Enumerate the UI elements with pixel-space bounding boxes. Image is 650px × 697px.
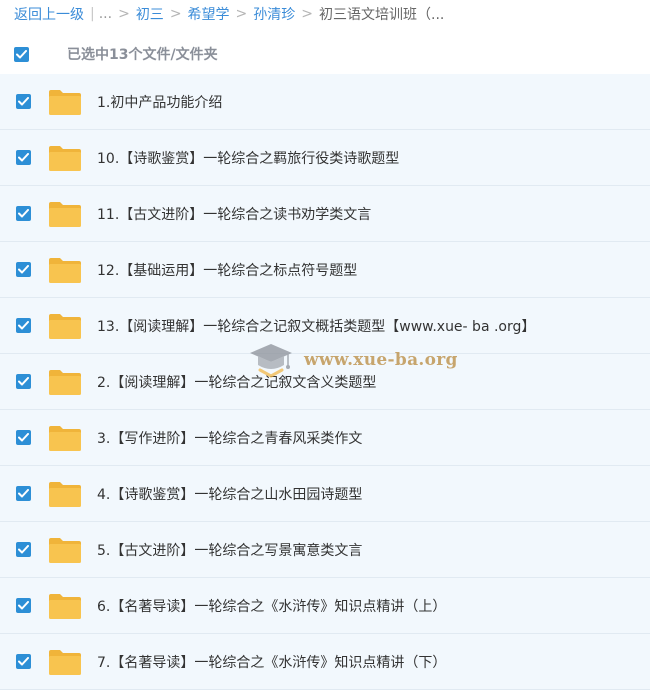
file-checkbox[interactable] bbox=[16, 374, 31, 389]
folder-icon bbox=[48, 592, 82, 620]
file-row[interactable]: 6.【名著导读】一轮综合之《水浒传》知识点精讲（上） bbox=[0, 578, 650, 634]
file-checkbox[interactable] bbox=[16, 430, 31, 445]
breadcrumb-item-school[interactable]: 希望学 bbox=[188, 4, 230, 24]
file-name: 10.【诗歌鉴赏】一轮综合之羁旅行役类诗歌题型 bbox=[97, 150, 400, 167]
file-checkbox[interactable] bbox=[16, 262, 31, 277]
breadcrumb-item-teacher[interactable]: 孙清珍 bbox=[253, 4, 295, 24]
folder-icon bbox=[48, 536, 82, 564]
folder-icon bbox=[48, 144, 82, 172]
file-checkbox[interactable] bbox=[16, 206, 31, 221]
chevron-right-icon: > bbox=[118, 6, 130, 22]
folder-icon bbox=[48, 480, 82, 508]
selection-count: 已选中13个文件/文件夹 bbox=[67, 47, 218, 63]
file-row[interactable]: 10.【诗歌鉴赏】一轮综合之羁旅行役类诗歌题型 bbox=[0, 130, 650, 186]
file-name: 1.初中产品功能介绍 bbox=[97, 94, 223, 111]
file-checkbox[interactable] bbox=[16, 150, 31, 165]
chevron-right-icon: > bbox=[301, 6, 314, 22]
file-checkbox[interactable] bbox=[16, 486, 31, 501]
file-checkbox[interactable] bbox=[16, 598, 31, 613]
folder-icon bbox=[48, 256, 82, 284]
checkmark-icon bbox=[18, 153, 29, 162]
checkmark-icon bbox=[16, 49, 27, 58]
breadcrumb: 返回上一级 | ... > 初三 > 希望学 > 孙清珍 > 初三语文培训班（.… bbox=[0, 0, 650, 28]
file-checkbox[interactable] bbox=[16, 542, 31, 557]
back-link[interactable]: 返回上一级 bbox=[14, 4, 84, 24]
checkmark-icon bbox=[18, 545, 29, 554]
file-checkbox[interactable] bbox=[16, 94, 31, 109]
folder-icon bbox=[48, 88, 82, 116]
file-list: 1.初中产品功能介绍 10.【诗歌鉴赏】一轮综合之羁旅行役类诗歌题型 11.【古… bbox=[0, 74, 650, 690]
file-name: 5.【古文进阶】一轮综合之写景寓意类文言 bbox=[97, 542, 363, 559]
file-checkbox[interactable] bbox=[16, 654, 31, 669]
file-name: 7.【名著导读】一轮综合之《水浒传》知识点精讲（下） bbox=[97, 654, 447, 671]
select-all-checkbox[interactable] bbox=[14, 46, 29, 62]
breadcrumb-ellipsis[interactable]: ... bbox=[99, 6, 112, 22]
file-row[interactable]: 11.【古文进阶】一轮综合之读书劝学类文言 bbox=[0, 186, 650, 242]
checkmark-icon bbox=[18, 433, 29, 442]
chevron-right-icon: > bbox=[235, 6, 248, 22]
file-name: 13.【阅读理解】一轮综合之记叙文概括类题型【www.xue- ba .org】 bbox=[97, 318, 536, 335]
selection-bar: 已选中13个文件/文件夹 bbox=[0, 36, 650, 72]
file-name: 3.【写作进阶】一轮综合之青春风采类作文 bbox=[97, 430, 363, 447]
folder-icon bbox=[48, 312, 82, 340]
checkmark-icon bbox=[18, 265, 29, 274]
folder-icon bbox=[48, 648, 82, 676]
file-name: 11.【古文进阶】一轮综合之读书劝学类文言 bbox=[97, 206, 372, 223]
checkmark-icon bbox=[18, 209, 29, 218]
checkmark-icon bbox=[18, 489, 29, 498]
breadcrumb-current: 初三语文培训班（... bbox=[319, 7, 445, 23]
checkmark-icon bbox=[18, 321, 29, 330]
file-row[interactable]: 4.【诗歌鉴赏】一轮综合之山水田园诗题型 bbox=[0, 466, 650, 522]
file-name: 12.【基础运用】一轮综合之标点符号题型 bbox=[97, 262, 358, 279]
checkmark-icon bbox=[18, 601, 29, 610]
checkmark-icon bbox=[18, 657, 29, 666]
file-row[interactable]: 1.初中产品功能介绍 bbox=[0, 74, 650, 130]
checkmark-icon bbox=[18, 97, 29, 106]
folder-icon bbox=[48, 368, 82, 396]
file-checkbox[interactable] bbox=[16, 318, 31, 333]
file-row[interactable]: 3.【写作进阶】一轮综合之青春风采类作文 bbox=[0, 410, 650, 466]
chevron-right-icon: > bbox=[169, 6, 182, 22]
file-row[interactable]: 12.【基础运用】一轮综合之标点符号题型 bbox=[0, 242, 650, 298]
file-name: 2.【阅读理解】一轮综合之记叙文含义类题型 bbox=[97, 374, 377, 391]
file-name: 4.【诗歌鉴赏】一轮综合之山水田园诗题型 bbox=[97, 486, 363, 503]
file-row[interactable]: 2.【阅读理解】一轮综合之记叙文含义类题型 bbox=[0, 354, 650, 410]
file-row[interactable]: 5.【古文进阶】一轮综合之写景寓意类文言 bbox=[0, 522, 650, 578]
file-name: 6.【名著导读】一轮综合之《水浒传》知识点精讲（上） bbox=[97, 598, 447, 615]
breadcrumb-item-grade[interactable]: 初三 bbox=[136, 4, 164, 24]
breadcrumb-divider: | bbox=[90, 6, 95, 22]
folder-icon bbox=[48, 424, 82, 452]
folder-icon bbox=[48, 200, 82, 228]
file-row[interactable]: 13.【阅读理解】一轮综合之记叙文概括类题型【www.xue- ba .org】 bbox=[0, 298, 650, 354]
file-row[interactable]: 7.【名著导读】一轮综合之《水浒传》知识点精讲（下） bbox=[0, 634, 650, 690]
checkmark-icon bbox=[18, 377, 29, 386]
